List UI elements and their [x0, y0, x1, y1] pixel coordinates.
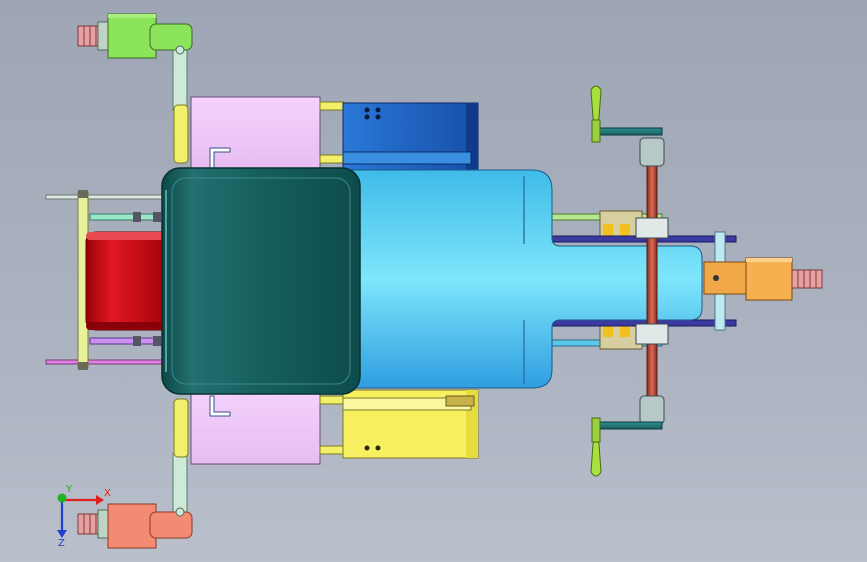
main-body [329, 169, 703, 389]
red-motor-block [85, 231, 173, 331]
y-axis-label: Y [65, 484, 73, 495]
x-axis-label: X [104, 488, 111, 499]
z-axis-label: Z [58, 538, 65, 546]
blue-gearbox [342, 102, 479, 172]
axis-triad: X Y Z [57, 484, 111, 546]
crank-handle-top [590, 85, 602, 143]
top-left-bracket [77, 13, 193, 111]
right-orange-bracket [703, 257, 823, 301]
operator-cab [161, 167, 361, 395]
yellow-gearbox [342, 389, 479, 459]
assembly-top-view[interactable] [0, 0, 867, 562]
cad-viewport[interactable]: X Y Z [0, 0, 867, 562]
mount-bottom [190, 389, 345, 465]
crank-handle-bottom [590, 417, 602, 477]
mount-top [190, 96, 345, 171]
